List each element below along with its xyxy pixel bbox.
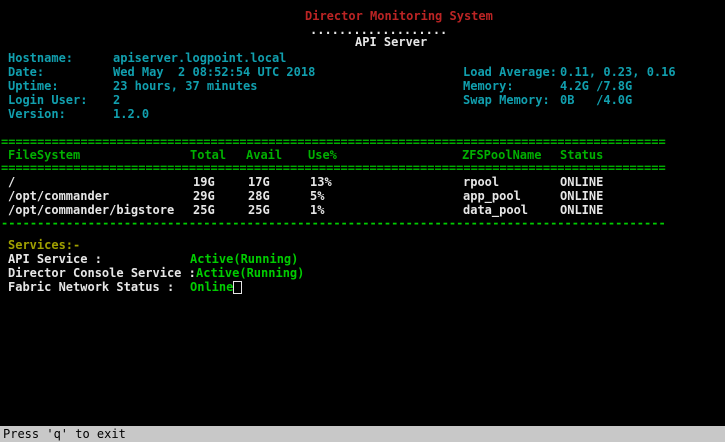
fs-cell-avail: 25G — [248, 203, 270, 217]
table-separator-header: ========================================… — [1, 161, 666, 175]
fs-cell-use: 1% — [310, 203, 324, 217]
info-row-memory: Memory: 4.2G /7.8G — [0, 79, 725, 93]
hostname-label: Hostname: — [8, 51, 73, 65]
info-row-hostname: Hostname: apiserver.logpoint.local — [0, 51, 725, 65]
fs-cell-use: 5% — [310, 189, 324, 203]
table-header-row: FileSystem Total Avail Use% ZFSPoolName … — [0, 148, 725, 162]
version-value: 1.2.0 — [113, 107, 149, 121]
fabric-network-status: Online — [190, 280, 233, 294]
fs-cell-path: /opt/commander/bigstore — [8, 203, 174, 217]
info-row-version: Version: 1.2.0 — [0, 107, 725, 121]
service-row-director-console: Director Console Service : Active(Runnin… — [0, 266, 725, 280]
fs-cell-pool: rpool — [463, 175, 499, 189]
load-average-value: 0.11, 0.23, 0.16 — [560, 65, 676, 79]
server-subtitle: API Server — [355, 35, 427, 49]
table-row: /opt/commander 29G 28G 5% app_pool ONLIN… — [0, 189, 725, 203]
col-header-avail: Avail — [246, 148, 282, 162]
col-header-total: Total — [190, 148, 226, 162]
fs-cell-avail: 28G — [248, 189, 270, 203]
director-console-status: Active(Running) — [196, 266, 304, 280]
load-average-label: Load Average: — [463, 65, 557, 79]
memory-label: Memory: — [463, 79, 514, 93]
table-row: /opt/commander/bigstore 25G 25G 1% data_… — [0, 203, 725, 217]
director-console-label: Director Console Service : — [8, 266, 196, 280]
terminal-window[interactable]: Director Monitoring System .............… — [0, 0, 725, 442]
fs-cell-use: 13% — [310, 175, 332, 189]
terminal-cursor — [233, 281, 242, 294]
col-header-status: Status — [560, 148, 603, 162]
status-bar: Press 'q' to exit — [0, 426, 725, 442]
fs-cell-total: 25G — [193, 203, 215, 217]
swap-memory-value: 0B /4.0G — [560, 93, 632, 107]
fs-cell-total: 29G — [193, 189, 215, 203]
fs-cell-status: ONLINE — [560, 175, 603, 189]
header: Director Monitoring System — [0, 9, 725, 23]
fs-cell-total: 19G — [193, 175, 215, 189]
fs-cell-status: ONLINE — [560, 189, 603, 203]
fs-cell-status: ONLINE — [560, 203, 603, 217]
table-row: / 19G 17G 13% rpool ONLINE — [0, 175, 725, 189]
swap-memory-label: Swap Memory: — [463, 93, 550, 107]
fs-cell-path: /opt/commander — [8, 189, 109, 203]
service-row-api: API Service : Active(Running) — [0, 252, 725, 266]
memory-value: 4.2G /7.8G — [560, 79, 632, 93]
fs-cell-avail: 17G — [248, 175, 270, 189]
api-service-status: Active(Running) — [190, 252, 298, 266]
info-row-load-average: Load Average: 0.11, 0.23, 0.16 — [0, 65, 725, 79]
col-header-zfspoolname: ZFSPoolName — [462, 148, 541, 162]
col-header-filesystem: FileSystem — [8, 148, 80, 162]
exit-hint: Press 'q' to exit — [3, 427, 126, 441]
table-separator-top: ========================================… — [1, 135, 666, 149]
col-header-use-percent: Use% — [308, 148, 337, 162]
service-row-fabric-network: Fabric Network Status : Online — [0, 280, 725, 294]
table-separator-bottom: ----------------------------------------… — [1, 216, 666, 230]
fs-cell-pool: app_pool — [463, 189, 521, 203]
page-title: Director Monitoring System — [305, 9, 493, 23]
info-row-swap-memory: Swap Memory: 0B /4.0G — [0, 93, 725, 107]
fs-cell-path: / — [8, 175, 15, 189]
hostname-value: apiserver.logpoint.local — [113, 51, 286, 65]
services-heading: Services:- — [8, 238, 80, 252]
api-service-label: API Service : — [8, 252, 102, 266]
fabric-network-label: Fabric Network Status : — [8, 280, 174, 294]
fs-cell-pool: data_pool — [463, 203, 528, 217]
